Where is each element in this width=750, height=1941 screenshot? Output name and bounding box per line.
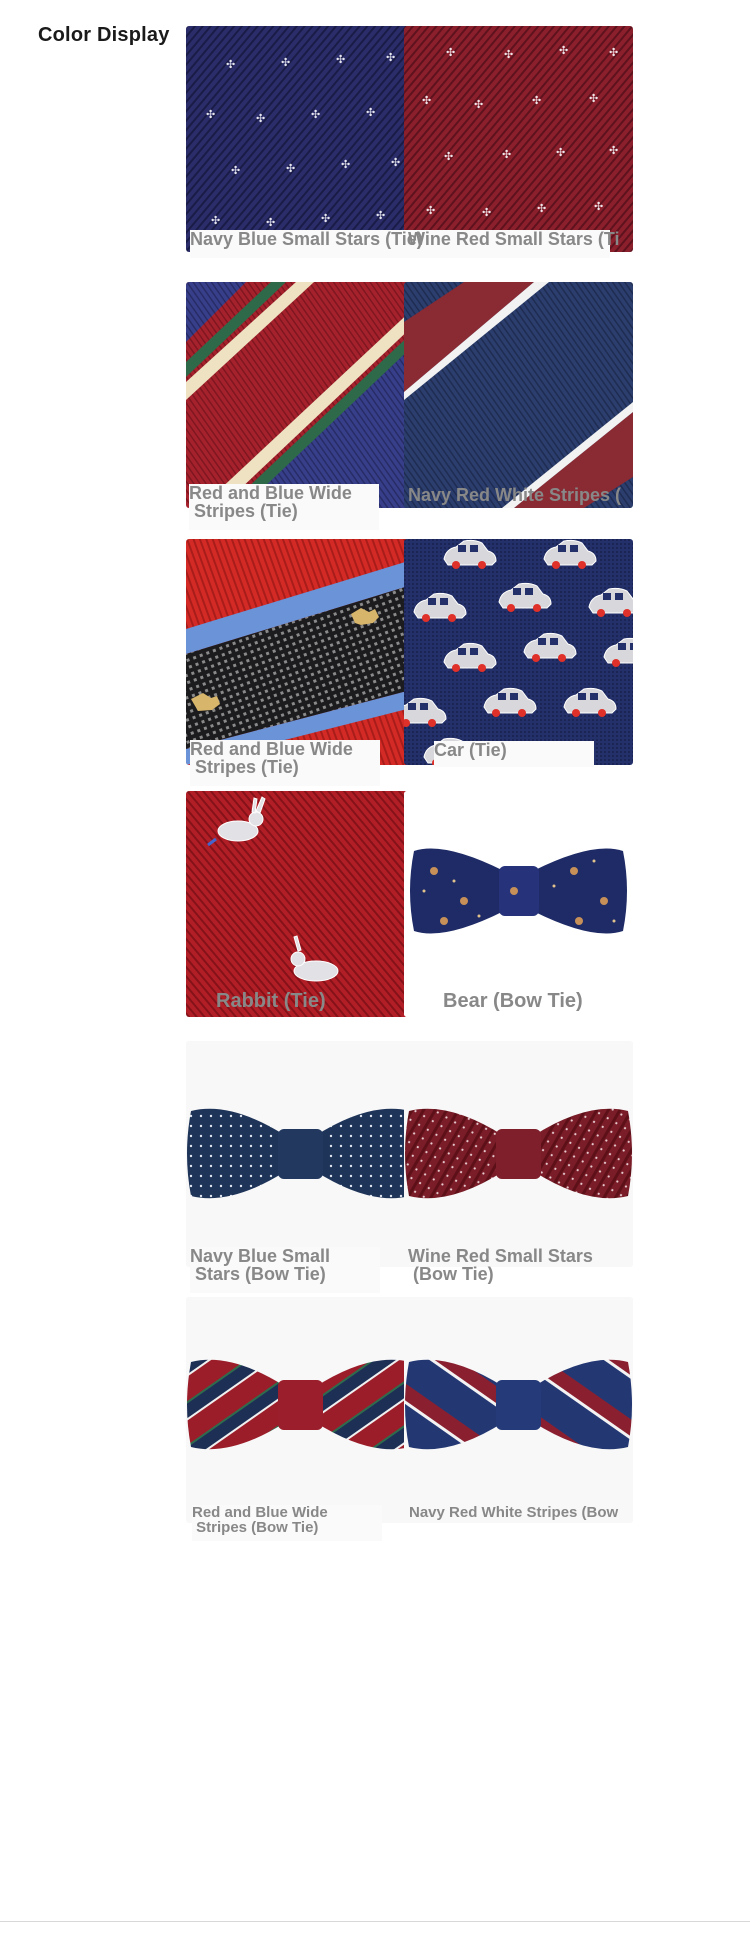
svg-text:✣: ✣ [559,44,568,57]
red-blue-wide-stripes-bow-tie-photo [186,1297,415,1523]
svg-text:✣: ✣ [266,216,275,229]
svg-text:✣: ✣ [444,150,453,163]
bear-bow-tie-photo [404,791,633,1017]
svg-text:✣: ✣ [341,158,350,171]
svg-text:✣: ✣ [537,202,546,215]
page-title: Color Display [38,24,170,46]
svg-text:✣: ✣ [321,212,330,225]
caption-navy-red-white-stripes-bow-tie: Navy Red White Stripes (Bow [409,1504,619,1521]
svg-text:✣: ✣ [376,209,385,222]
caption-rabbit-tie: Rabbit (Tie) [216,990,326,1012]
caption-bear-bow-tie: Bear (Bow Tie) [443,990,583,1012]
caption-navy-red-white-stripes-tie: Navy Red White Stripes ( [408,485,622,505]
svg-text:✣: ✣ [211,214,220,227]
svg-text:✣: ✣ [231,164,240,177]
rabbit-tie-swatch [186,791,415,1017]
navy-red-white-stripes-tie-swatch [404,282,633,508]
caption-car-tie: Car (Tie) [434,741,594,767]
red-blue-wide-stripes-tie-swatch [186,282,415,508]
svg-text:✣: ✣ [226,58,235,71]
svg-text:✣: ✣ [594,200,603,213]
navy-small-stars-bow-tie-photo [186,1041,415,1267]
svg-text:✣: ✣ [256,112,265,125]
footer-divider [0,1921,750,1922]
caption-red-blue-wide-stripes-tie: Red and Blue Wide Stripes (Tie) [189,484,379,530]
svg-text:✣: ✣ [474,98,483,111]
red-blue-wide-stripes-dog-tie-swatch [186,539,415,765]
svg-text:✣: ✣ [391,156,400,169]
car-tie-swatch [404,539,633,765]
svg-text:✣: ✣ [281,56,290,69]
svg-text:✣: ✣ [422,94,431,107]
svg-text:✣: ✣ [286,162,295,175]
caption-wine-red-small-stars-bow-tie: Wine Red Small Stars (Bow Tie) [408,1246,593,1284]
svg-text:✣: ✣ [556,146,565,159]
caption-wine-red-small-stars-tie: Wine Red Small Stars (Ti [408,229,620,249]
svg-text:✣: ✣ [609,144,618,157]
svg-text:✣: ✣ [502,148,511,161]
caption-red-blue-wide-stripes-tie-2: Red and Blue Wide Stripes (Tie) [190,740,380,786]
svg-text:✣: ✣ [206,108,215,121]
wine-red-small-stars-bow-tie-photo [404,1041,633,1267]
wine-red-small-stars-tie-swatch: ✣ ✣ ✣ ✣ ✣ ✣ ✣ ✣ ✣ ✣ ✣ ✣ ✣ ✣ ✣ ✣ [404,26,633,252]
svg-text:✣: ✣ [336,53,345,66]
svg-text:✣: ✣ [386,51,395,64]
navy-small-stars-tie-swatch: ✣ ✣ ✣ ✣ ✣ ✣ ✣ ✣ ✣ ✣ ✣ ✣ ✣ ✣ ✣ ✣ [186,26,415,252]
svg-text:✣: ✣ [609,46,618,59]
svg-text:✣: ✣ [589,92,598,105]
svg-text:✣: ✣ [426,204,435,217]
navy-red-white-stripes-bow-tie-photo [404,1297,633,1523]
svg-text:✣: ✣ [311,108,320,121]
svg-text:✣: ✣ [482,206,491,219]
svg-text:✣: ✣ [504,48,513,61]
caption-red-blue-wide-stripes-bow-tie: Red and Blue Wide Stripes (Bow Tie) [192,1505,382,1541]
svg-text:✣: ✣ [446,46,455,59]
caption-navy-small-stars-bow-tie: Navy Blue Small Stars (Bow Tie) [190,1247,380,1293]
svg-text:✣: ✣ [366,106,375,119]
svg-text:✣: ✣ [532,94,541,107]
